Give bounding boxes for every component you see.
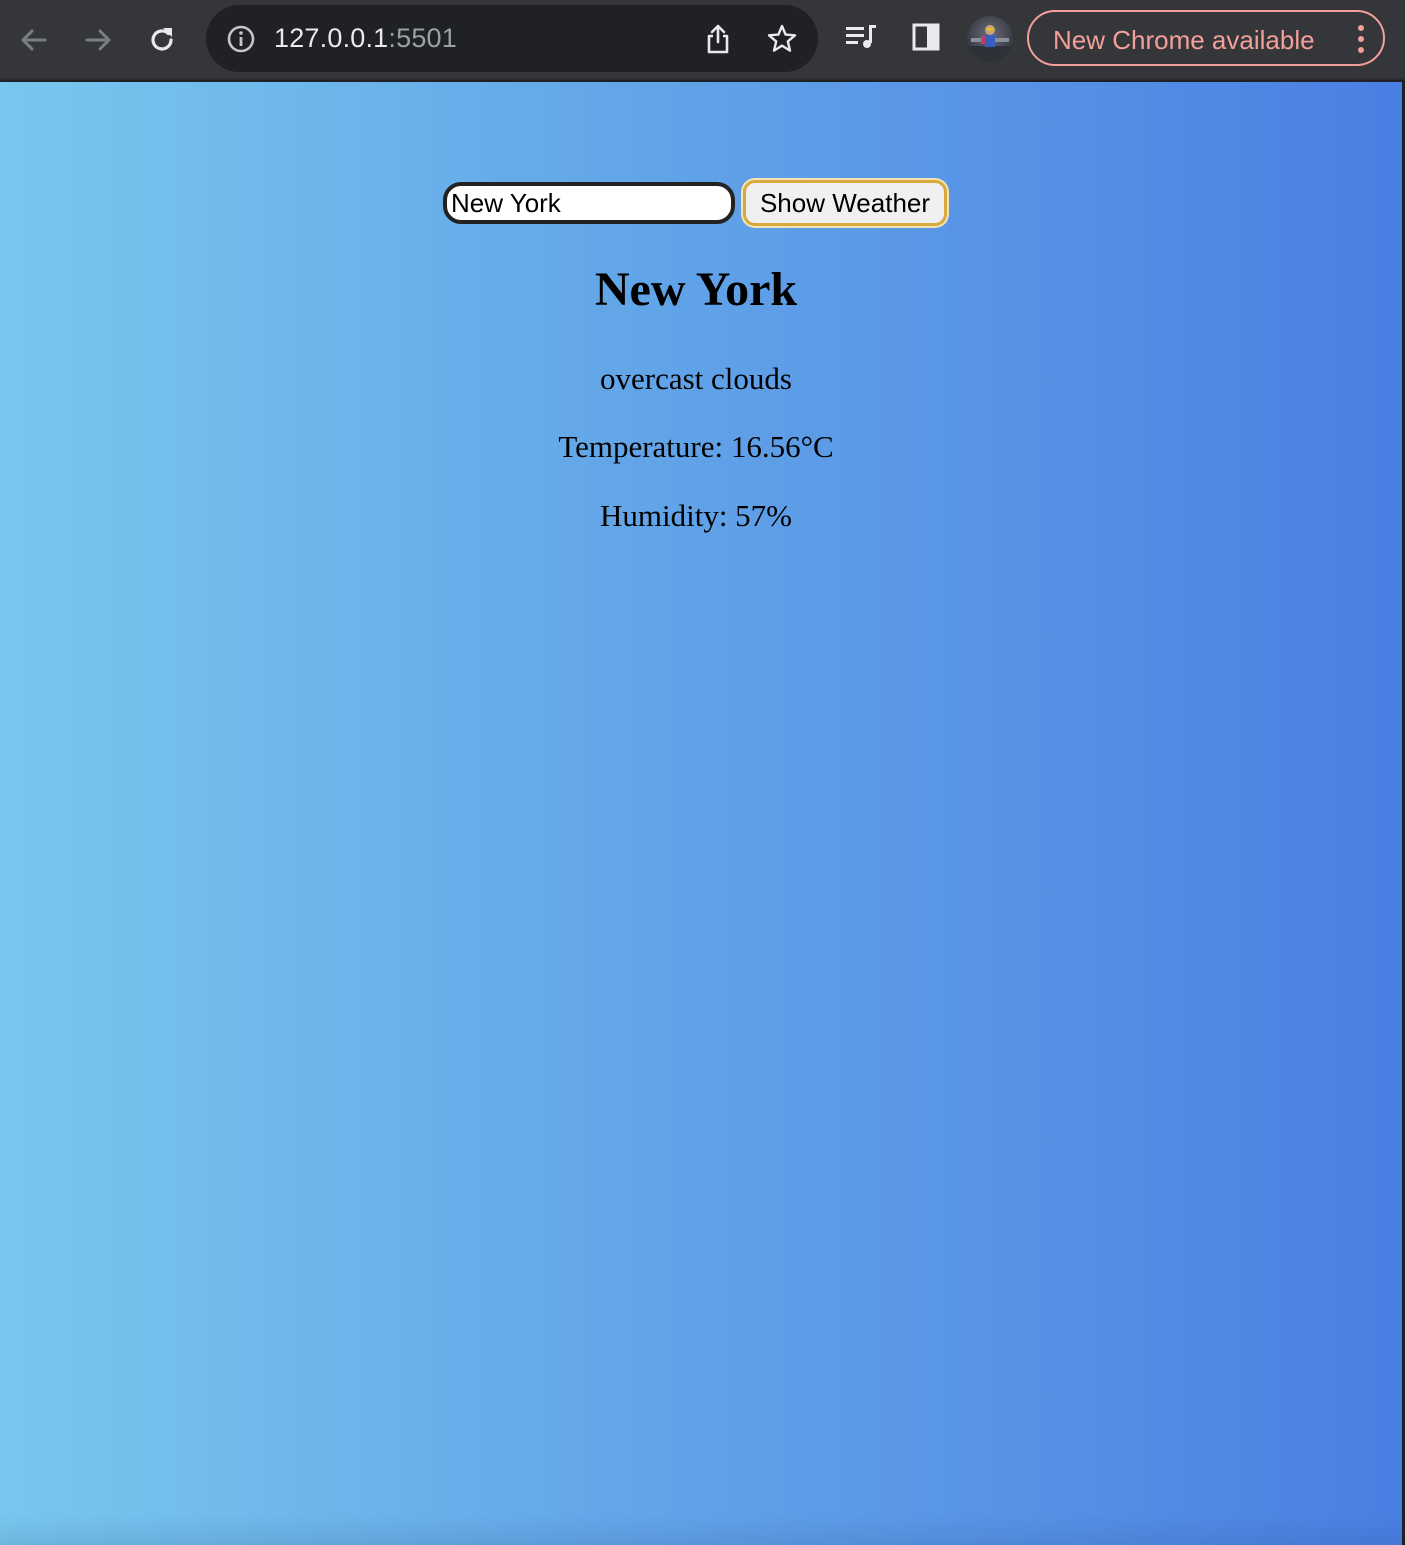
search-form: Show Weather [0,180,1402,226]
media-button[interactable] [842,20,880,58]
city-input[interactable] [442,182,735,224]
address-bar[interactable]: 127.0.0.1:5501 [206,5,818,72]
arrow-right-icon [82,24,114,56]
humidity-text: Humidity: 57% [599,498,793,533]
new-chrome-available-button[interactable]: New Chrome available [1027,10,1385,66]
city-heading: New York [594,263,798,316]
kebab-menu-icon[interactable] [1355,24,1367,54]
weather-description: overcast clouds [600,361,792,396]
show-weather-button[interactable]: Show Weather [742,180,948,226]
share-icon[interactable] [702,23,734,55]
temperature-text: Temperature: 16.56°C [558,429,834,464]
back-button[interactable] [14,20,54,60]
reload-icon [146,24,178,56]
browser-toolbar: 127.0.0.1:5501 New Chrome available [0,0,1405,80]
arrow-left-icon [18,24,50,56]
star-icon[interactable] [766,23,798,55]
forward-button[interactable] [78,20,118,60]
url-text[interactable]: 127.0.0.1:5501 [274,23,457,54]
media-queue-icon [843,21,879,58]
side-panel-button[interactable] [907,20,945,58]
profile-avatar[interactable] [967,16,1013,62]
url-host: 127.0.0.1 [274,23,389,53]
reload-button[interactable] [142,20,182,60]
info-icon[interactable] [226,24,256,54]
update-label: New Chrome available [1053,25,1315,55]
bottom-shade [0,1515,1402,1545]
page-viewport: Show Weather New York overcast clouds Te… [0,82,1402,1545]
side-panel-icon [910,21,942,58]
url-port: :5501 [388,23,457,53]
